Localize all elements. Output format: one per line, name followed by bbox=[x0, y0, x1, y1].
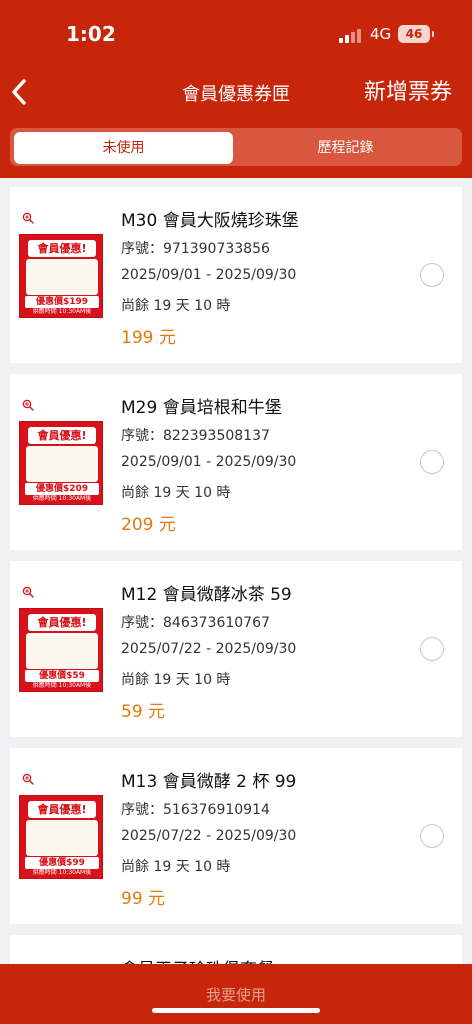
food-image bbox=[26, 633, 98, 669]
coupon-serial: 序號：822393508137 bbox=[121, 428, 270, 444]
signal-icon bbox=[339, 29, 363, 43]
food-image bbox=[26, 446, 98, 482]
thumb-badge: 會員優惠! bbox=[28, 614, 96, 631]
header: 1:02 4G 46 會員優惠券匣 新增票券 未使用 歷程記錄 bbox=[0, 0, 472, 178]
zoom-icon[interactable] bbox=[22, 586, 34, 598]
coupon-price: 59 元 bbox=[121, 702, 166, 722]
serving-time: 供應時間 10:30AM後 bbox=[32, 682, 92, 689]
coupon-image[interactable]: 會員優惠! 優惠價$199 供應時間 10:30AM後 bbox=[19, 234, 103, 318]
select-radio[interactable] bbox=[420, 263, 444, 287]
battery-icon: 46 bbox=[398, 25, 434, 43]
coupon-serial: 序號：516376910914 bbox=[121, 802, 270, 818]
select-radio[interactable] bbox=[420, 637, 444, 661]
home-indicator bbox=[152, 1008, 320, 1013]
coupon-name: M13 會員微酵 2 杯 99 bbox=[121, 772, 297, 792]
tab-unused[interactable]: 未使用 bbox=[14, 132, 233, 164]
add-ticket-button[interactable]: 新增票券 bbox=[364, 74, 452, 106]
bottom-bar: 我要使用 bbox=[0, 964, 472, 1024]
select-radio[interactable] bbox=[420, 450, 444, 474]
coupon-image[interactable]: 會員優惠! 優惠價$209 供應時間 10:30AM後 bbox=[19, 421, 103, 505]
serving-time: 供應時間 10:30AM後 bbox=[32, 308, 92, 315]
zoom-icon[interactable] bbox=[22, 212, 34, 224]
thumb-badge: 會員優惠! bbox=[28, 801, 96, 818]
coupon-name: M12 會員微酵冰茶 59 bbox=[121, 585, 292, 605]
tab-history[interactable]: 歷程記錄 bbox=[236, 132, 455, 164]
coupon-price: 209 元 bbox=[121, 515, 176, 535]
coupon-period: 2025/07/22 - 2025/09/30 bbox=[121, 641, 297, 657]
coupon-period: 2025/07/22 - 2025/09/30 bbox=[121, 828, 297, 844]
coupon-serial: 序號：846373610767 bbox=[121, 615, 270, 631]
zoom-icon[interactable] bbox=[22, 773, 34, 785]
coupon-price: 199 元 bbox=[121, 328, 176, 348]
tab-bar: 未使用 歷程記錄 bbox=[10, 128, 462, 166]
coupon-name: M30 會員大阪燒珍珠堡 bbox=[121, 211, 299, 231]
coupon-card[interactable]: 會員優惠! 優惠價$59 供應時間 10:30AM後 M12 會員微酵冰茶 59… bbox=[10, 561, 462, 737]
zoom-icon[interactable] bbox=[22, 399, 34, 411]
coupon-period: 2025/09/01 - 2025/09/30 bbox=[121, 267, 297, 283]
coupon-remaining: 尚餘 19 天 10 時 bbox=[121, 859, 231, 875]
coupon-remaining: 尚餘 19 天 10 時 bbox=[121, 298, 231, 314]
coupon-price: 99 元 bbox=[121, 889, 166, 909]
coupon-card[interactable]: 會員優惠! 優惠價$99 供應時間 10:30AM後 M13 會員微酵 2 杯 … bbox=[10, 748, 462, 924]
coupon-image[interactable]: 會員優惠! 優惠價$59 供應時間 10:30AM後 bbox=[19, 608, 103, 692]
serving-time: 供應時間 10:30AM後 bbox=[32, 869, 92, 876]
coupon-serial: 序號：971390733856 bbox=[121, 241, 270, 257]
network-label: 4G bbox=[370, 25, 392, 43]
coupon-name: M29 會員培根和牛堡 bbox=[121, 398, 282, 418]
serving-time: 供應時間 10:30AM後 bbox=[32, 495, 92, 502]
coupon-period: 2025/09/01 - 2025/09/30 bbox=[121, 454, 297, 470]
select-radio[interactable] bbox=[420, 824, 444, 848]
coupon-remaining: 尚餘 19 天 10 時 bbox=[121, 672, 231, 688]
food-image bbox=[26, 820, 98, 856]
coupon-card[interactable]: 會員優惠! 優惠價$199 供應時間 10:30AM後 M30 會員大阪燒珍珠堡… bbox=[10, 187, 462, 363]
coupon-card[interactable]: 會員優惠! 優惠價$209 供應時間 10:30AM後 M29 會員培根和牛堡 … bbox=[10, 374, 462, 550]
food-image bbox=[26, 259, 98, 295]
coupon-remaining: 尚餘 19 天 10 時 bbox=[121, 485, 231, 501]
coupon-image[interactable]: 會員優惠! 優惠價$99 供應時間 10:30AM後 bbox=[19, 795, 103, 879]
thumb-badge: 會員優惠! bbox=[28, 240, 96, 257]
thumb-badge: 會員優惠! bbox=[28, 427, 96, 444]
status-time: 1:02 bbox=[66, 22, 116, 46]
use-button[interactable]: 我要使用 bbox=[0, 984, 472, 1005]
